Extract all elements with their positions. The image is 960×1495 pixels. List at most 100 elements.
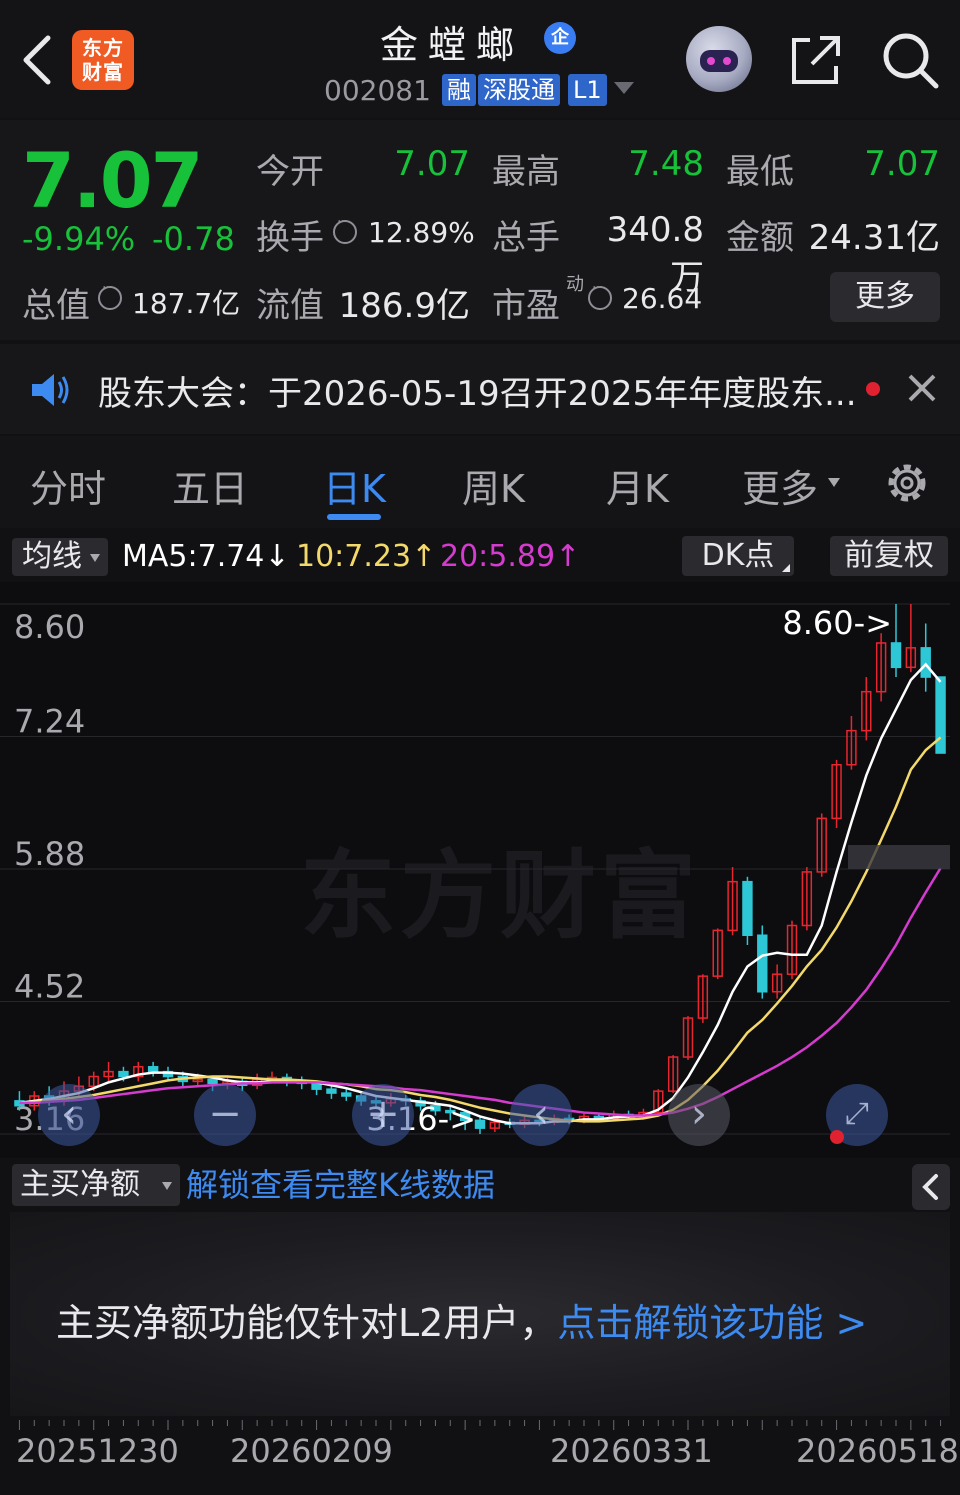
kline-svg[interactable]: 8.607.245.884.523.168.60->3.16-> xyxy=(0,582,960,1158)
candle-body xyxy=(742,880,753,936)
candle-body xyxy=(920,647,931,678)
amount-label: 金额 xyxy=(726,218,794,258)
tab-more[interactable]: 更多 xyxy=(742,458,818,513)
low-label: 最低 xyxy=(726,152,794,192)
change-amount: -0.78 xyxy=(152,220,235,258)
unlock-feature-link[interactable]: 点击解锁该功能 > xyxy=(557,1301,867,1345)
dk-point-button[interactable]: DK点 xyxy=(682,536,794,576)
quote-panel: 7.07 -9.94% -0.78 今开 7.07 最高 7.48 最低 7.0… xyxy=(0,120,960,340)
date-label-3: 20260331 xyxy=(550,1432,713,1470)
chart-nav-button-1[interactable]: ‹ xyxy=(38,1084,100,1146)
close-icon[interactable] xyxy=(904,370,940,406)
candle-body xyxy=(757,934,768,993)
chevron-down-icon[interactable] xyxy=(614,82,634,94)
tab-daily-k[interactable]: 日K xyxy=(323,458,386,513)
unlock-kline-link[interactable]: 解锁查看完整K线数据 xyxy=(186,1164,495,1206)
tab-intraday[interactable]: 分时 xyxy=(30,458,106,513)
notice-bar[interactable]: 股东大会：于2026-05-19召开2025年年度股东... xyxy=(0,344,960,434)
nav-glyph-1: ‹ xyxy=(61,1091,77,1137)
float-cap-value: 186.9亿 xyxy=(338,286,470,326)
chart-tabs: 分时 五日 日K 周K 月K 更多 xyxy=(0,436,960,528)
pe-dynamic-sup: 动 xyxy=(566,274,584,295)
low-value: 7.07 xyxy=(864,144,940,184)
enterprise-badge: 企 xyxy=(544,22,576,54)
candle-body xyxy=(118,1070,129,1078)
date-label-1: 20251230 xyxy=(16,1432,179,1470)
turnover-info-icon[interactable] xyxy=(333,214,357,244)
amount-value: 24.31亿 xyxy=(808,218,940,258)
ma10-value: 10:7.23↑ xyxy=(296,539,437,574)
price-band xyxy=(848,845,950,869)
candle-body xyxy=(341,1092,352,1097)
high-price-marker: 8.60-> xyxy=(782,604,892,642)
speaker-icon xyxy=(32,374,69,406)
tab-weekly-k[interactable]: 周K xyxy=(462,458,525,513)
chevron-right-icon: › xyxy=(691,1091,707,1137)
alert-dot xyxy=(830,1130,844,1144)
date-axis: 20251230 20260209 20260331 20260518 xyxy=(0,1416,960,1495)
active-tab-indicator xyxy=(327,514,381,520)
indicator-bar: 主买净额 解锁查看完整K线数据 xyxy=(0,1160,960,1210)
stock-name: 金螳螂 xyxy=(380,23,525,67)
back-arrow-icon[interactable] xyxy=(18,32,58,88)
indicator-select[interactable]: 主买净额 xyxy=(12,1164,180,1206)
share-icon[interactable] xyxy=(788,32,844,88)
logo-text-line1: 东方 xyxy=(82,36,124,60)
l2-notice: 主买净额功能仅针对L2用户，点击解锁该功能 > xyxy=(56,1292,867,1347)
float-cap-label: 流值 xyxy=(256,286,324,326)
mktcap-label: 总值 xyxy=(22,286,90,326)
zoom-out-button[interactable]: − xyxy=(194,1084,256,1146)
margin-tag: 融 xyxy=(442,74,476,106)
collapse-button[interactable] xyxy=(912,1164,950,1210)
pe-info-icon[interactable] xyxy=(588,280,612,310)
open-value: 7.07 xyxy=(394,144,470,184)
date-tick-marks xyxy=(18,1420,942,1430)
scroll-left-button[interactable]: ‹ xyxy=(510,1084,572,1146)
open-label: 今开 xyxy=(256,152,324,192)
candle-body xyxy=(147,1066,159,1073)
unread-dot xyxy=(866,382,880,396)
pe-label: 市盈 xyxy=(492,286,560,326)
forward-adjust-button[interactable]: 前复权 xyxy=(830,536,948,576)
ma20-value: 20:5.89↑ xyxy=(440,539,581,574)
tab-monthly-k[interactable]: 月K xyxy=(606,458,669,513)
level-tag: L1 xyxy=(568,74,607,106)
ma5-value: MA5:7.74↓ xyxy=(122,539,290,574)
app-logo[interactable]: 东方 财富 xyxy=(72,30,134,90)
high-label: 最高 xyxy=(492,152,560,192)
l2-notice-text: 主买净额功能仅针对L2用户， xyxy=(56,1301,558,1345)
turnover-value: 12.89% xyxy=(368,216,475,249)
mktcap-value: 187.7亿 xyxy=(132,287,241,320)
more-dropdown-icon[interactable] xyxy=(828,478,840,487)
zoom-in-button[interactable]: + xyxy=(352,1084,414,1146)
date-label-4: 20260518 xyxy=(796,1432,959,1470)
ma-type-select[interactable]: 均线 xyxy=(12,538,108,576)
scroll-right-button[interactable]: › xyxy=(668,1084,730,1146)
volume-label: 总手 xyxy=(492,218,560,258)
y-tick-label: 8.60 xyxy=(14,608,85,646)
candle-body xyxy=(326,1088,337,1094)
kline-chart[interactable]: 东方财富 8.607.245.884.523.168.60->3.16-> ‹ … xyxy=(0,582,960,1158)
tab-five-day[interactable]: 五日 xyxy=(172,458,248,513)
search-icon[interactable] xyxy=(880,30,940,90)
more-quote-button[interactable]: 更多 xyxy=(830,272,940,322)
candle-body xyxy=(474,1119,486,1129)
ma-legend-bar: 均线 MA5:7.74↓ 10:7.23↑ 20:5.89↑ DK点 前复权 xyxy=(0,530,960,582)
turnover-label: 换手 xyxy=(256,218,324,258)
chevron-left-icon: ‹ xyxy=(533,1091,549,1137)
pe-value: 26.64 xyxy=(622,282,703,315)
mktcap-info-icon[interactable] xyxy=(98,280,122,310)
l2-locked-panel: 主买净额功能仅针对L2用户，点击解锁该功能 > xyxy=(10,1212,950,1416)
y-tick-label: 5.88 xyxy=(14,835,85,873)
gear-icon[interactable] xyxy=(882,458,932,508)
date-label-2: 20260209 xyxy=(230,1432,393,1470)
top-bar: 东方 财富 金螳螂 企 002081 融 深股通 L1 xyxy=(0,0,960,118)
connect-tag: 深股通 xyxy=(478,74,560,106)
logo-text-line2: 财富 xyxy=(82,60,124,84)
robot-assistant-icon[interactable] xyxy=(686,26,752,92)
notice-text[interactable]: 股东大会：于2026-05-19召开2025年年度股东... xyxy=(98,366,857,415)
ma10-line xyxy=(19,736,942,1123)
stock-code: 002081 xyxy=(324,74,431,107)
minus-icon: − xyxy=(208,1091,242,1137)
plus-icon: + xyxy=(366,1091,400,1137)
